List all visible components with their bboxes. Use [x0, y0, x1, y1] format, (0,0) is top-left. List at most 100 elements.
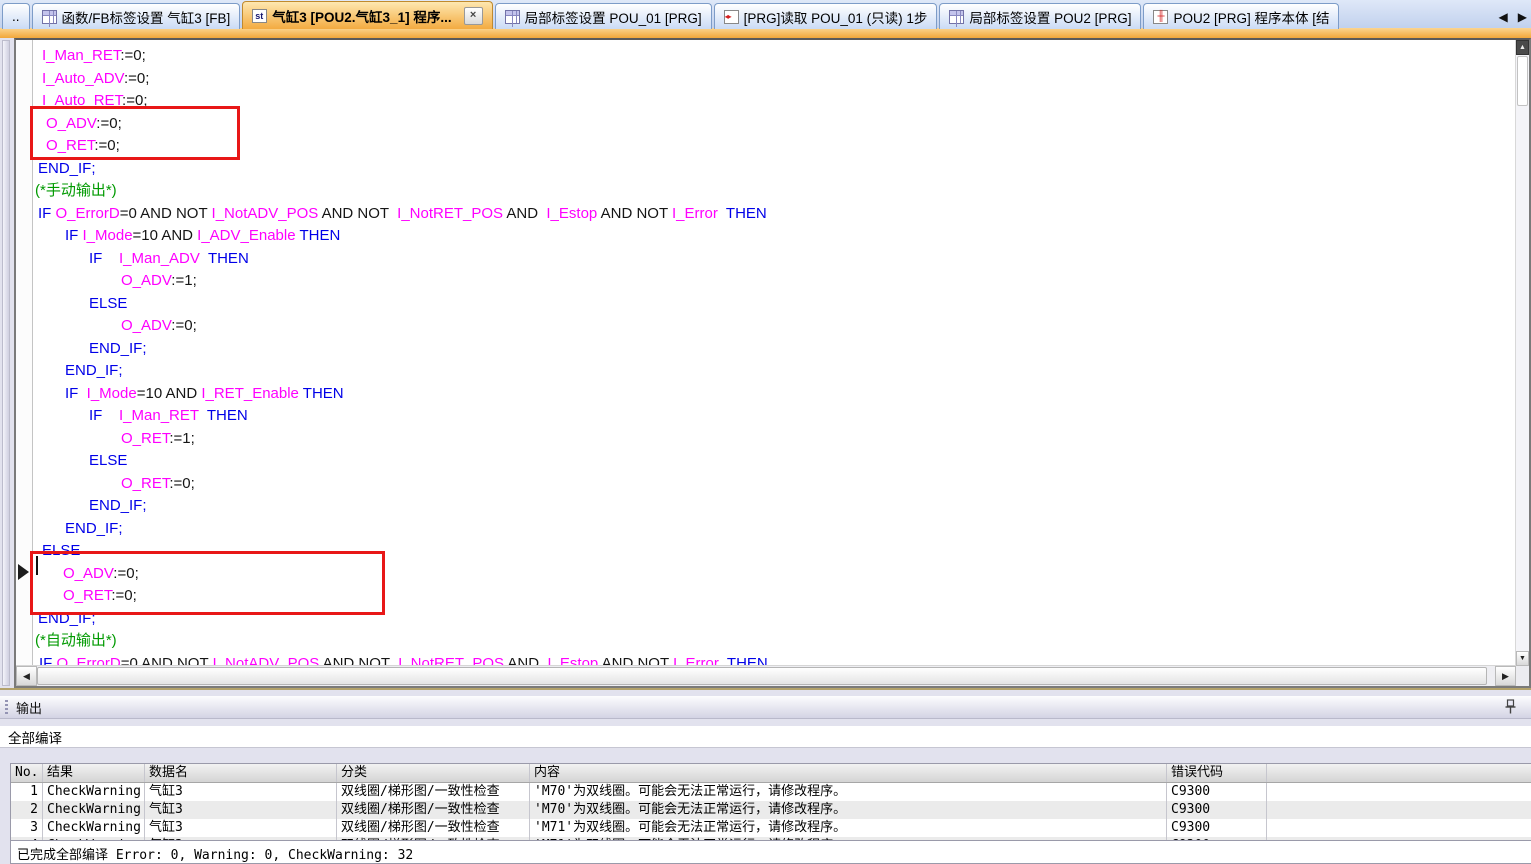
pushpin-icon[interactable]: [1504, 699, 1517, 715]
code-line[interactable]: ELSE: [33, 293, 1516, 316]
tab-document-0[interactable]: 函数/FB标签设置 气缸3 [FB]: [32, 3, 241, 29]
code-token: ELSE: [89, 452, 127, 469]
code-line[interactable]: IF I_Mode=10 AND I_ADV_Enable THEN: [33, 225, 1516, 248]
table-cell-filler: [1267, 819, 1531, 837]
code-line[interactable]: ELSE: [33, 450, 1516, 473]
label-table-icon: [949, 10, 964, 24]
code-line[interactable]: O_RET:=0;: [33, 135, 1516, 158]
code-line[interactable]: IF I_Mode=10 AND I_RET_Enable THEN: [33, 383, 1516, 406]
scroll-left-arrow-icon[interactable]: ◀: [16, 666, 37, 686]
table-cell: 3: [11, 819, 43, 837]
code-token: O_ADV: [121, 272, 171, 289]
tab-label: POU2 [PRG] 程序本体 [结: [1173, 7, 1329, 27]
vertical-scrollbar[interactable]: ▲ ▼: [1515, 40, 1529, 666]
table-cell: 2: [11, 801, 43, 819]
tab-label: [PRG]读取 POU_01 (只读) 1步: [744, 7, 928, 27]
tab-document-2[interactable]: 局部标签设置 POU_01 [PRG]: [495, 3, 712, 29]
table-cell: 双线圈/梯形图/一致性检查: [337, 801, 530, 819]
code-token: IF: [89, 407, 119, 424]
code-line[interactable]: O_ADV:=0;: [33, 113, 1516, 136]
table-cell: 气缸3: [145, 819, 337, 837]
column-header: 分类: [337, 764, 530, 782]
code-token: THEN: [296, 227, 341, 244]
table-cell: 'M71'为双线圈。可能会无法正常运行，请修改程序。: [530, 819, 1167, 837]
code-token: I_Estop: [546, 205, 597, 222]
tab-scroll-right-icon[interactable]: ▶: [1518, 10, 1527, 24]
code-line[interactable]: I_Auto_ADV:=0;: [33, 68, 1516, 91]
code-token: :=1;: [169, 430, 194, 447]
table-cell: CheckWarning: [43, 783, 145, 801]
read-doc-icon: [724, 10, 739, 24]
table-row[interactable]: 3CheckWarning气缸3双线圈/梯形图/一致性检查'M71'为双线圈。可…: [11, 819, 1531, 837]
code-token: IF: [38, 205, 56, 222]
tab-label: 局部标签设置 POU2 [PRG]: [969, 7, 1131, 27]
tab-document-1[interactable]: 气缸3 [POU2.气缸3_1] 程序... ×: [242, 1, 492, 29]
code-token: END_IF;: [89, 497, 147, 514]
code-token: O_ErrorD: [56, 205, 120, 222]
label-table-icon: [42, 10, 57, 24]
code-line[interactable]: END_IF;: [33, 360, 1516, 383]
table-cell: 双线圈/梯形图/一致性检查: [337, 819, 530, 837]
scroll-right-arrow-icon[interactable]: ▶: [1495, 666, 1516, 686]
code-line[interactable]: I_Man_RET:=0;: [33, 45, 1516, 68]
code-line[interactable]: O_RET:=1;: [33, 428, 1516, 451]
code-line[interactable]: IF O_ErrorD=0 AND NOT I_NotADV_POS AND N…: [33, 653, 1516, 667]
code-line[interactable]: IF I_Man_ADV THEN: [33, 248, 1516, 271]
tab-document-3[interactable]: [PRG]读取 POU_01 (只读) 1步: [714, 3, 938, 29]
code-token: I_Mode: [87, 385, 137, 402]
code-token: O_ADV: [121, 317, 171, 334]
code-line[interactable]: END_IF;: [33, 518, 1516, 541]
tab-document-5[interactable]: POU2 [PRG] 程序本体 [结: [1143, 3, 1339, 29]
scroll-down-arrow-icon[interactable]: ▼: [1516, 651, 1529, 666]
code-token: :=0;: [171, 317, 196, 334]
vertical-scroll-thumb[interactable]: [1517, 56, 1528, 106]
code-line[interactable]: IF O_ErrorD=0 AND NOT I_NotADV_POS AND N…: [33, 203, 1516, 226]
tab-document-4[interactable]: 局部标签设置 POU2 [PRG]: [939, 3, 1141, 29]
output-panel-titlebar[interactable]: 输出: [0, 696, 1531, 719]
code-line[interactable]: (*手动输出*): [33, 180, 1516, 203]
table-cell: CheckWarning: [43, 801, 145, 819]
code-token: I_Man_RET: [42, 47, 120, 64]
tab-label: 气缸3 [POU2.气缸3_1] 程序...: [272, 6, 451, 26]
code-line[interactable]: (*自动输出*): [33, 630, 1516, 653]
st-code-editor[interactable]: I_Man_RET:=0;I_Auto_ADV:=0;I_Auto_RET:=0…: [14, 38, 1531, 688]
horizontal-scrollbar[interactable]: ◀ ▶: [16, 665, 1516, 686]
table-row[interactable]: 2CheckWarning气缸3双线圈/梯形图/一致性检查'M70'为双线圈。可…: [11, 801, 1531, 819]
code-line[interactable]: O_ADV:=1;: [33, 270, 1516, 293]
code-line[interactable]: IF I_Man_RET THEN: [33, 405, 1516, 428]
tab-label: 局部标签设置 POU_01 [PRG]: [525, 7, 702, 27]
code-line[interactable]: O_ADV:=0;: [33, 315, 1516, 338]
current-line-marker-icon: [18, 564, 29, 580]
text-caret: [36, 556, 38, 575]
code-token: =10 AND: [133, 227, 198, 244]
table-cell-filler: [1267, 801, 1531, 819]
table-row[interactable]: 1CheckWarning气缸3双线圈/梯形图/一致性检查'M70'为双线圈。可…: [11, 783, 1531, 801]
highlight-box-1: [30, 106, 240, 160]
horizontal-scroll-thumb[interactable]: [37, 667, 1487, 685]
code-line[interactable]: END_IF;: [33, 158, 1516, 181]
code-token: I_RET_Enable: [201, 385, 299, 402]
close-icon[interactable]: ×: [464, 7, 483, 25]
st-doc-icon: [252, 9, 267, 23]
left-splitter-strip[interactable]: [2, 40, 10, 686]
label-table-icon: [505, 10, 520, 24]
code-line[interactable]: I_Auto_RET:=0;: [33, 90, 1516, 113]
table-cell: 'M70'为双线圈。可能会无法正常运行，请修改程序。: [530, 783, 1167, 801]
tab-overflow[interactable]: ..: [2, 3, 30, 29]
code-token: =10 AND: [137, 385, 202, 402]
code-token: THEN: [200, 250, 249, 267]
code-line[interactable]: END_IF;: [33, 338, 1516, 361]
scroll-up-arrow-icon[interactable]: ▲: [1516, 40, 1529, 55]
code-token: :=0;: [169, 475, 194, 492]
code-token: I_Man_RET: [119, 407, 199, 424]
code-token: :=1;: [171, 272, 196, 289]
code-line[interactable]: O_RET:=0;: [33, 473, 1516, 496]
highlight-box-2: [30, 551, 385, 615]
tab-scroll-left-icon[interactable]: ◀: [1499, 10, 1508, 24]
output-panel: 输出 全部编译 No.结果数据名分类内容错误代码1CheckWarning气缸3…: [0, 688, 1531, 855]
code-token: (*手动输出*): [35, 182, 117, 199]
table-cell: 1: [11, 783, 43, 801]
column-header: 数据名: [145, 764, 337, 782]
code-line[interactable]: END_IF;: [33, 495, 1516, 518]
drag-grip-icon[interactable]: [5, 700, 8, 715]
